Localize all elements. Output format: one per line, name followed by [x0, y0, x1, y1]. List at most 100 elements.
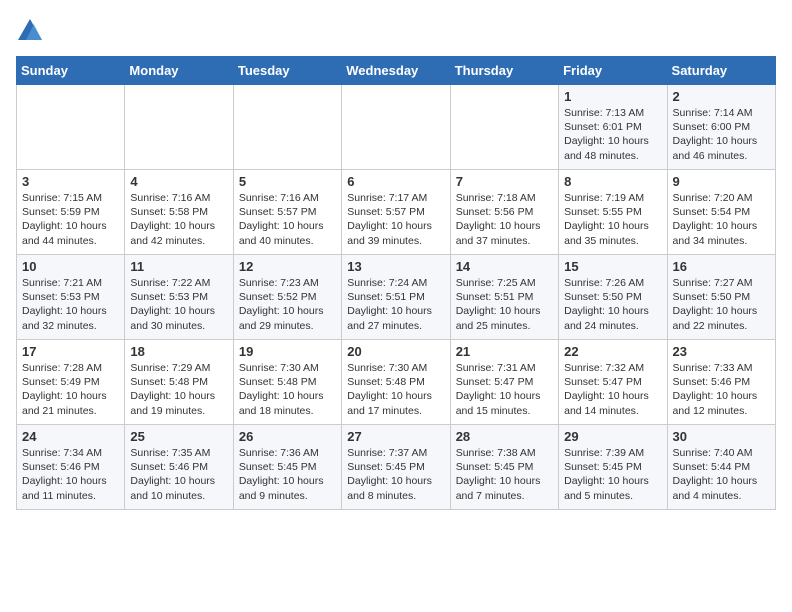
- day-cell: 21 Sunrise: 7:31 AM Sunset: 5:47 PM Dayli…: [450, 340, 558, 425]
- day-number: 20: [347, 344, 444, 359]
- day-number: 23: [673, 344, 770, 359]
- day-cell: 17 Sunrise: 7:28 AM Sunset: 5:49 PM Dayli…: [17, 340, 125, 425]
- week-row-2: 3 Sunrise: 7:15 AM Sunset: 5:59 PM Daylig…: [17, 170, 776, 255]
- day-number: 27: [347, 429, 444, 444]
- day-cell: 20Sunrise: 7:30 AM Sunset: 5:48 PM Dayli…: [342, 340, 450, 425]
- day-info: Sunrise: 7:15 AM Sunset: 5:59 PM Dayligh…: [22, 191, 119, 248]
- day-number: 15: [564, 259, 661, 274]
- week-row-1: 1 Sunrise: 7:13 AM Sunset: 6:01 PM Daylig…: [17, 85, 776, 170]
- day-cell: [125, 85, 233, 170]
- day-cell: 5 Sunrise: 7:16 AM Sunset: 5:57 PM Daylig…: [233, 170, 341, 255]
- day-info: Sunrise: 7:34 AM Sunset: 5:46 PM Dayligh…: [22, 446, 119, 503]
- day-cell: 28Sunrise: 7:38 AM Sunset: 5:45 PM Dayli…: [450, 425, 558, 510]
- day-cell: 9 Sunrise: 7:20 AM Sunset: 5:54 PM Daylig…: [667, 170, 775, 255]
- day-number: 11: [130, 259, 227, 274]
- week-row-5: 24 Sunrise: 7:34 AM Sunset: 5:46 PM Dayli…: [17, 425, 776, 510]
- day-number: 19: [239, 344, 336, 359]
- day-cell: 1 Sunrise: 7:13 AM Sunset: 6:01 PM Daylig…: [559, 85, 667, 170]
- day-info: Sunrise: 7:16 AM Sunset: 5:58 PM Dayligh…: [130, 191, 227, 248]
- day-cell: 19 Sunrise: 7:30 AM Sunset: 5:48 PM Dayli…: [233, 340, 341, 425]
- week-row-4: 17 Sunrise: 7:28 AM Sunset: 5:49 PM Dayli…: [17, 340, 776, 425]
- day-cell: 14Sunrise: 7:25 AM Sunset: 5:51 PM Dayli…: [450, 255, 558, 340]
- day-number: 24: [22, 429, 119, 444]
- day-cell: 23Sunrise: 7:33 AM Sunset: 5:46 PM Dayli…: [667, 340, 775, 425]
- day-cell: [450, 85, 558, 170]
- day-cell: [17, 85, 125, 170]
- day-number: 12: [239, 259, 336, 274]
- day-number: 25: [130, 429, 227, 444]
- day-cell: 7 Sunrise: 7:18 AM Sunset: 5:56 PM Daylig…: [450, 170, 558, 255]
- day-info: Sunrise: 7:32 AM Sunset: 5:47 PM Dayligh…: [564, 361, 661, 418]
- day-info: Sunrise: 7:21 AM Sunset: 5:53 PM Dayligh…: [22, 276, 119, 333]
- day-info: Sunrise: 7:31 AM Sunset: 5:47 PM Dayligh…: [456, 361, 553, 418]
- day-info: Sunrise: 7:22 AM Sunset: 5:53 PM Dayligh…: [130, 276, 227, 333]
- day-number: 10: [22, 259, 119, 274]
- day-info: Sunrise: 7:35 AM Sunset: 5:46 PM Dayligh…: [130, 446, 227, 503]
- day-cell: 18Sunrise: 7:29 AM Sunset: 5:48 PM Dayli…: [125, 340, 233, 425]
- day-info: Sunrise: 7:14 AM Sunset: 6:00 PM Dayligh…: [673, 106, 770, 163]
- day-number: 17: [22, 344, 119, 359]
- weekday-header-monday: Monday: [125, 57, 233, 85]
- week-row-3: 10 Sunrise: 7:21 AM Sunset: 5:53 PM Dayli…: [17, 255, 776, 340]
- day-number: 16: [673, 259, 770, 274]
- weekday-header-friday: Friday: [559, 57, 667, 85]
- day-info: Sunrise: 7:40 AM Sunset: 5:44 PM Dayligh…: [673, 446, 770, 503]
- day-number: 29: [564, 429, 661, 444]
- day-cell: 25 Sunrise: 7:35 AM Sunset: 5:46 PM Dayli…: [125, 425, 233, 510]
- day-cell: 10 Sunrise: 7:21 AM Sunset: 5:53 PM Dayli…: [17, 255, 125, 340]
- day-cell: 15 Sunrise: 7:26 AM Sunset: 5:50 PM Dayli…: [559, 255, 667, 340]
- page-header: [16, 16, 776, 44]
- day-cell: 22Sunrise: 7:32 AM Sunset: 5:47 PM Dayli…: [559, 340, 667, 425]
- day-info: Sunrise: 7:30 AM Sunset: 5:48 PM Dayligh…: [239, 361, 336, 418]
- day-info: Sunrise: 7:39 AM Sunset: 5:45 PM Dayligh…: [564, 446, 661, 503]
- weekday-header-tuesday: Tuesday: [233, 57, 341, 85]
- day-info: Sunrise: 7:19 AM Sunset: 5:55 PM Dayligh…: [564, 191, 661, 248]
- day-info: Sunrise: 7:23 AM Sunset: 5:52 PM Dayligh…: [239, 276, 336, 333]
- day-cell: 13 Sunrise: 7:24 AM Sunset: 5:51 PM Dayli…: [342, 255, 450, 340]
- day-number: 13: [347, 259, 444, 274]
- logo-icon: [16, 16, 44, 44]
- day-info: Sunrise: 7:24 AM Sunset: 5:51 PM Dayligh…: [347, 276, 444, 333]
- day-cell: 6 Sunrise: 7:17 AM Sunset: 5:57 PM Daylig…: [342, 170, 450, 255]
- day-number: 3: [22, 174, 119, 189]
- calendar-table: SundayMondayTuesdayWednesdayThursdayFrid…: [16, 56, 776, 510]
- day-number: 26: [239, 429, 336, 444]
- day-info: Sunrise: 7:13 AM Sunset: 6:01 PM Dayligh…: [564, 106, 661, 163]
- day-info: Sunrise: 7:16 AM Sunset: 5:57 PM Dayligh…: [239, 191, 336, 248]
- day-number: 9: [673, 174, 770, 189]
- day-number: 7: [456, 174, 553, 189]
- weekday-header-wednesday: Wednesday: [342, 57, 450, 85]
- day-cell: 29 Sunrise: 7:39 AM Sunset: 5:45 PM Dayli…: [559, 425, 667, 510]
- logo: [16, 16, 48, 44]
- day-cell: [233, 85, 341, 170]
- day-number: 5: [239, 174, 336, 189]
- day-cell: 4Sunrise: 7:16 AM Sunset: 5:58 PM Daylig…: [125, 170, 233, 255]
- day-number: 8: [564, 174, 661, 189]
- weekday-header-row: SundayMondayTuesdayWednesdayThursdayFrid…: [17, 57, 776, 85]
- day-number: 6: [347, 174, 444, 189]
- day-cell: [342, 85, 450, 170]
- day-cell: 12 Sunrise: 7:23 AM Sunset: 5:52 PM Dayli…: [233, 255, 341, 340]
- day-info: Sunrise: 7:28 AM Sunset: 5:49 PM Dayligh…: [22, 361, 119, 418]
- day-cell: 2 Sunrise: 7:14 AM Sunset: 6:00 PM Daylig…: [667, 85, 775, 170]
- weekday-header-thursday: Thursday: [450, 57, 558, 85]
- day-info: Sunrise: 7:20 AM Sunset: 5:54 PM Dayligh…: [673, 191, 770, 248]
- day-number: 28: [456, 429, 553, 444]
- day-number: 18: [130, 344, 227, 359]
- day-number: 2: [673, 89, 770, 104]
- day-info: Sunrise: 7:26 AM Sunset: 5:50 PM Dayligh…: [564, 276, 661, 333]
- day-info: Sunrise: 7:18 AM Sunset: 5:56 PM Dayligh…: [456, 191, 553, 248]
- day-cell: 3 Sunrise: 7:15 AM Sunset: 5:59 PM Daylig…: [17, 170, 125, 255]
- weekday-header-sunday: Sunday: [17, 57, 125, 85]
- day-info: Sunrise: 7:17 AM Sunset: 5:57 PM Dayligh…: [347, 191, 444, 248]
- day-info: Sunrise: 7:37 AM Sunset: 5:45 PM Dayligh…: [347, 446, 444, 503]
- day-info: Sunrise: 7:36 AM Sunset: 5:45 PM Dayligh…: [239, 446, 336, 503]
- day-cell: 11 Sunrise: 7:22 AM Sunset: 5:53 PM Dayli…: [125, 255, 233, 340]
- day-cell: 27 Sunrise: 7:37 AM Sunset: 5:45 PM Dayli…: [342, 425, 450, 510]
- day-cell: 8 Sunrise: 7:19 AM Sunset: 5:55 PM Daylig…: [559, 170, 667, 255]
- day-number: 21: [456, 344, 553, 359]
- weekday-header-saturday: Saturday: [667, 57, 775, 85]
- day-cell: 26 Sunrise: 7:36 AM Sunset: 5:45 PM Dayli…: [233, 425, 341, 510]
- day-number: 1: [564, 89, 661, 104]
- day-cell: 24 Sunrise: 7:34 AM Sunset: 5:46 PM Dayli…: [17, 425, 125, 510]
